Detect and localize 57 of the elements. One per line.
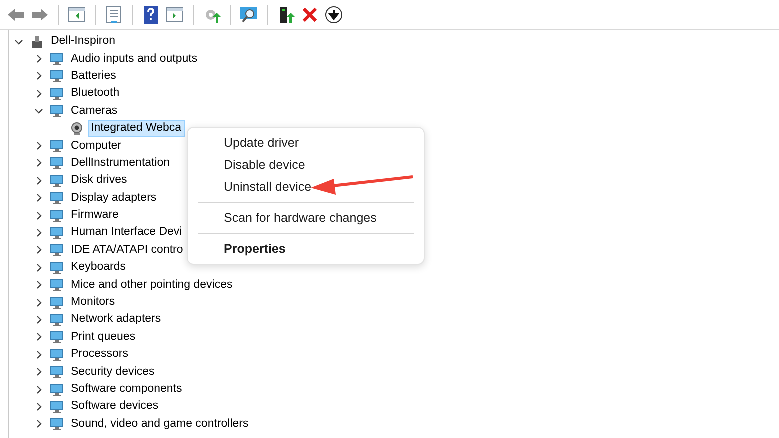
search-icon[interactable] [239, 4, 259, 24]
properties-icon[interactable] [104, 4, 124, 24]
device-icon [50, 174, 64, 188]
device-icon [50, 208, 64, 223]
device-icon [50, 86, 64, 101]
device-icon [50, 365, 64, 380]
tree-item[interactable]: DellInstrumentation [68, 154, 174, 172]
tree-item[interactable]: Audio inputs and outputs [68, 50, 201, 68]
menu-item[interactable]: Disable device [188, 154, 424, 176]
tree-item[interactable]: Integrated Webca [88, 120, 185, 138]
tree-item[interactable]: Firmware [68, 207, 122, 224]
menu-item[interactable]: Update driver [188, 132, 424, 154]
webcam-icon [70, 122, 84, 136]
device-icon [50, 312, 64, 327]
tree-item[interactable]: Keyboards [68, 259, 129, 276]
tree-item[interactable]: Software components [68, 381, 186, 398]
device-icon [50, 400, 64, 414]
down-arrow-icon[interactable] [324, 4, 344, 24]
panel-icon[interactable] [165, 4, 185, 24]
menu-item[interactable]: Scan for hardware changes [188, 207, 424, 229]
device-icon [50, 191, 64, 206]
help-icon[interactable] [141, 4, 161, 24]
device-icon [50, 156, 64, 170]
tree-item[interactable]: Computer [68, 138, 124, 155]
tree-item[interactable]: Sound, video and game controllers [68, 416, 252, 433]
device-icon [50, 243, 64, 258]
device-icon [50, 296, 64, 310]
menu-item[interactable]: Uninstall device [188, 176, 424, 198]
device-icon [50, 226, 64, 240]
tree-item[interactable]: Software devices [68, 398, 162, 416]
device-icon [50, 382, 64, 396]
tree-item[interactable]: Mice and other pointing devices [68, 276, 236, 294]
tree-item[interactable]: Cameras [68, 102, 121, 120]
computer-icon [30, 34, 44, 49]
tree-item[interactable]: Human Interface Devi [68, 224, 186, 242]
panel-icon[interactable] [67, 4, 87, 24]
device-icon [50, 278, 64, 292]
device-icon [50, 104, 64, 118]
tree-item[interactable]: Display adapters [68, 190, 160, 207]
device-icon [50, 260, 64, 275]
tree-item[interactable]: Dell-Inspiron [48, 33, 119, 50]
tree-item[interactable]: Bluetooth [68, 85, 123, 102]
menu-item[interactable]: Properties [188, 238, 424, 260]
device-icon [50, 417, 64, 432]
device-icon [50, 69, 64, 84]
tree-item[interactable]: Security devices [68, 364, 158, 381]
tree-item[interactable]: Batteries [68, 68, 120, 85]
device-icon [50, 139, 64, 154]
device-icon [50, 52, 64, 66]
tree-item[interactable]: Network adapters [68, 311, 164, 328]
tree-item[interactable]: Monitors [68, 294, 118, 312]
tree-item[interactable]: Print queues [68, 328, 139, 346]
device-icon [50, 348, 64, 362]
tree-item[interactable]: IDE ATA/ATAPI contro [68, 242, 186, 259]
device-icon [50, 330, 64, 344]
tree-item[interactable]: Processors [68, 346, 132, 364]
tree-item[interactable]: Disk drives [68, 172, 130, 190]
